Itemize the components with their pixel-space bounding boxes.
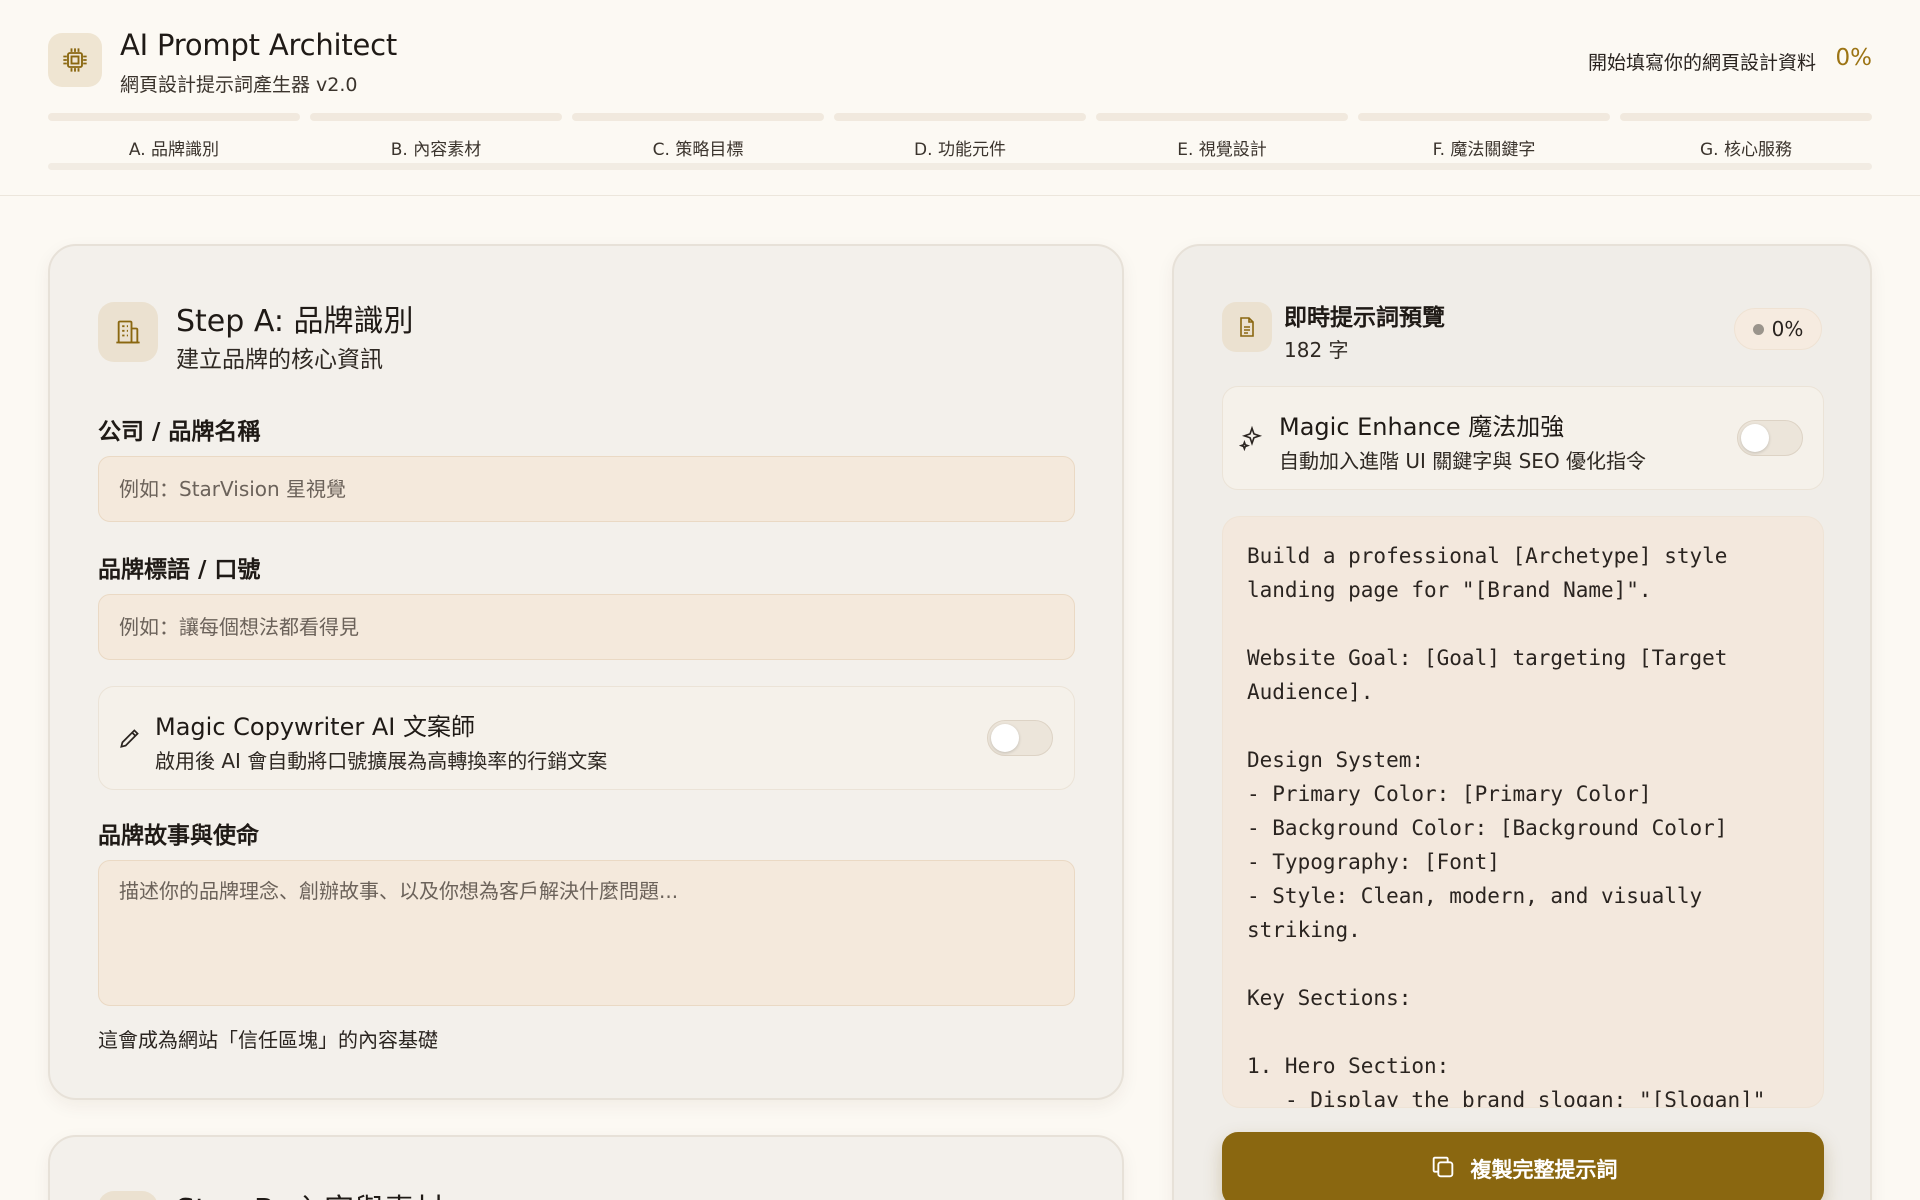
step-label: B. 內容素材 — [390, 140, 482, 160]
enhance-title: Magic Enhance 魔法加強 — [1279, 413, 1565, 441]
brand-identity-card: Step A: 品牌識別 建立品牌的核心資訊 公司 / 品牌名稱 品牌標語 / … — [48, 244, 1124, 1100]
step-bar — [1358, 113, 1610, 121]
step-bar — [310, 113, 562, 121]
step-label: C. 策略目標 — [652, 140, 744, 160]
brand-name-label: 公司 / 品牌名稱 — [98, 419, 261, 445]
step-bar — [572, 113, 824, 121]
char-count: 182 字 — [1284, 338, 1349, 362]
prompt-text: Build a professional [Archetype] style l… — [1247, 544, 1766, 1108]
step-bar — [1096, 113, 1348, 121]
section-subtitle: 建立品牌的核心資訊 — [176, 347, 383, 373]
preview-title: 即時提示詞預覽 — [1284, 305, 1445, 331]
toggle-knob — [1741, 424, 1769, 452]
copywriter-title: Magic Copywriter AI 文案師 — [155, 713, 475, 741]
prompt-preview-card: 即時提示詞預覽 182 字 0% Magic Enhance 魔法加強 自動加入… — [1172, 244, 1872, 1200]
toggle-knob — [991, 724, 1019, 752]
brand-story-label: 品牌故事與使命 — [98, 823, 259, 849]
progress-percent: 0% — [1835, 45, 1873, 71]
magic-copywriter-row: Magic Copywriter AI 文案師 啟用後 AI 會自動將口號擴展為… — [98, 686, 1075, 790]
slogan-label: 品牌標語 / 口號 — [98, 557, 261, 583]
building-icon — [98, 302, 158, 362]
copywriter-description: 啟用後 AI 會自動將口號擴展為高轉換率的行銷文案 — [155, 749, 608, 773]
document-icon — [98, 1191, 158, 1200]
app-header: AI Prompt Architect 網頁設計提示詞產生器 v2.0 開始填寫… — [0, 0, 1920, 196]
document-icon — [1222, 302, 1272, 352]
copywriter-toggle[interactable] — [987, 720, 1053, 756]
copy-icon — [1429, 1153, 1457, 1186]
step-label: D. 功能元件 — [914, 140, 1006, 160]
app-title: AI Prompt Architect — [120, 28, 398, 62]
pen-icon — [117, 725, 143, 755]
magic-enhance-row: Magic Enhance 魔法加強 自動加入進階 UI 關鍵字與 SEO 優化… — [1222, 386, 1824, 490]
app-subtitle: 網頁設計提示詞產生器 v2.0 — [120, 74, 358, 96]
enhance-description: 自動加入進階 UI 關鍵字與 SEO 優化指令 — [1279, 449, 1647, 473]
step-bar — [834, 113, 1086, 121]
section-title: Step B: 內容與素材 — [176, 1185, 444, 1200]
step-label: F. 魔法關鍵字 — [1432, 140, 1536, 160]
step-label: A. 品牌識別 — [128, 140, 220, 160]
step-bar — [1620, 113, 1872, 121]
step-label: E. 視覺設計 — [1177, 140, 1267, 160]
status-percent: 0% — [1771, 317, 1804, 341]
brand-story-hint: 這會成為網站「信任區塊」的內容基礎 — [98, 1028, 438, 1052]
status-badge: 0% — [1734, 308, 1822, 350]
section-title: Step A: 品牌識別 — [176, 304, 414, 339]
copy-prompt-button[interactable]: 複製完整提示詞 — [1222, 1132, 1824, 1200]
copy-button-label: 複製完整提示詞 — [1470, 1158, 1618, 1182]
sparkles-icon — [1238, 425, 1265, 455]
step-label: G. 核心服務 — [1700, 140, 1792, 160]
slogan-input[interactable] — [98, 594, 1075, 660]
progress-label: 開始填寫你的網頁設計資料 — [1587, 52, 1816, 74]
brand-story-textarea[interactable] — [98, 860, 1075, 1006]
enhance-toggle[interactable] — [1737, 420, 1803, 456]
overall-progress-track — [48, 163, 1872, 170]
content-materials-card: Step B: 內容與素材 — [48, 1135, 1124, 1200]
status-dot — [1752, 323, 1764, 335]
step-bar — [48, 113, 300, 121]
prompt-preview-box[interactable]: Build a professional [Archetype] style l… — [1222, 516, 1824, 1108]
cpu-chip-icon — [48, 33, 102, 87]
brand-name-input[interactable] — [98, 456, 1075, 522]
